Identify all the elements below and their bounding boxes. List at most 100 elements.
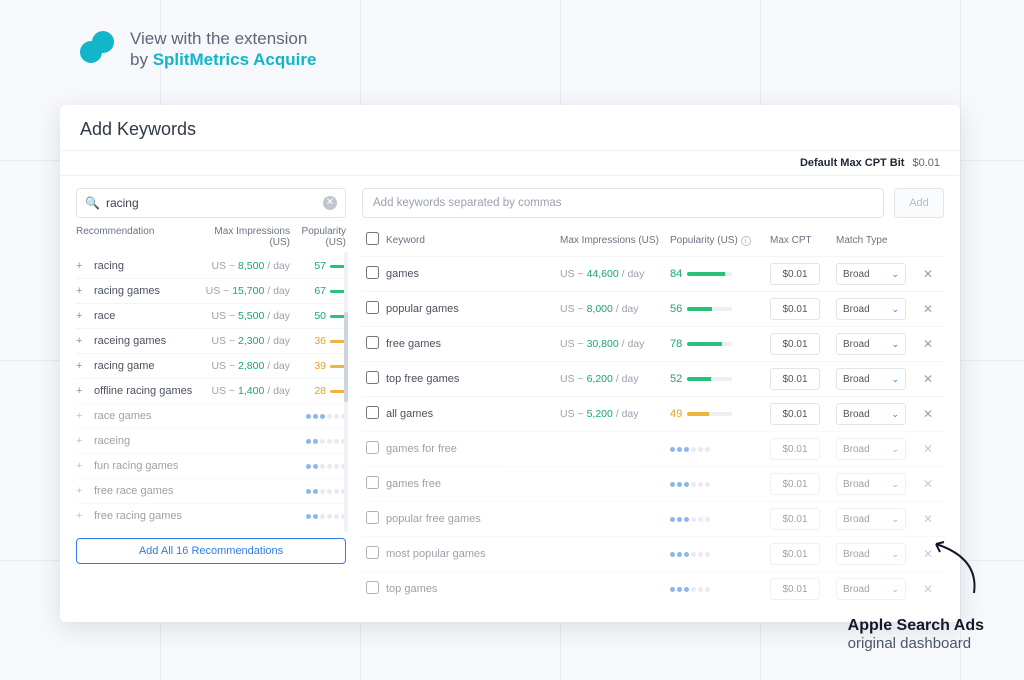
- rec-impressions: US ~ 1,400 / day: [198, 385, 290, 397]
- keyword-impressions: US ~ 44,600 / day: [560, 268, 670, 280]
- add-button[interactable]: Add: [894, 188, 944, 218]
- recommendation-row[interactable]: + offline racing gamesUS ~ 1,400 / day 2…: [76, 378, 346, 403]
- max-cpt-input[interactable]: [770, 368, 820, 390]
- keyword-impressions: US ~ 5,200 / day: [560, 408, 670, 420]
- chevron-down-icon: ⌄: [891, 584, 899, 595]
- scrollbar-thumb[interactable]: [344, 312, 348, 402]
- keyword-row: games US ~ 44,600 / day 84 Broad⌄ ✕: [362, 256, 944, 291]
- match-type-select[interactable]: Broad⌄: [836, 333, 906, 355]
- keyword-popularity: 52: [670, 373, 770, 385]
- scrollbar-track[interactable]: [344, 252, 348, 532]
- remove-keyword-icon[interactable]: ✕: [916, 267, 940, 281]
- remove-keyword-icon[interactable]: ✕: [916, 337, 940, 351]
- rec-popularity-dots: [290, 439, 346, 444]
- row-checkbox[interactable]: [366, 441, 379, 454]
- remove-keyword-icon[interactable]: ✕: [916, 512, 940, 526]
- clear-search-icon[interactable]: ✕: [323, 196, 337, 210]
- row-checkbox[interactable]: [366, 406, 379, 419]
- recommendation-row[interactable]: + free race games: [76, 478, 346, 503]
- add-recommendation-icon[interactable]: +: [76, 435, 88, 447]
- chevron-down-icon: ⌄: [891, 304, 899, 315]
- row-checkbox[interactable]: [366, 336, 379, 349]
- max-cpt-input[interactable]: [770, 543, 820, 565]
- keywords-pane: Add Keyword Max Impressions (US) Popular…: [362, 188, 944, 606]
- add-recommendation-icon[interactable]: +: [76, 310, 88, 322]
- keyword-popularity: 84: [670, 268, 770, 280]
- recommendation-row[interactable]: + racingUS ~ 8,500 / day 57: [76, 254, 346, 278]
- add-recommendation-icon[interactable]: +: [76, 260, 88, 272]
- rec-popularity-dots: [290, 489, 346, 494]
- keyword-name: popular free games: [386, 513, 560, 525]
- add-recommendation-icon[interactable]: +: [76, 410, 88, 422]
- max-cpt-input[interactable]: [770, 508, 820, 530]
- recommendation-row[interactable]: + racing gameUS ~ 2,800 / day 39: [76, 353, 346, 378]
- info-icon[interactable]: i: [741, 236, 751, 246]
- max-cpt-input[interactable]: [770, 333, 820, 355]
- remove-keyword-icon[interactable]: ✕: [916, 302, 940, 316]
- keyword-popularity: 56: [670, 303, 770, 315]
- remove-keyword-icon[interactable]: ✕: [916, 477, 940, 491]
- rec-popularity: 28: [290, 385, 346, 397]
- max-cpt-input[interactable]: [770, 263, 820, 285]
- chevron-down-icon: ⌄: [891, 479, 899, 490]
- match-type-select[interactable]: Broad⌄: [836, 263, 906, 285]
- add-recommendation-icon[interactable]: +: [76, 485, 88, 497]
- row-checkbox[interactable]: [366, 581, 379, 594]
- row-checkbox[interactable]: [366, 546, 379, 559]
- match-type-select[interactable]: Broad⌄: [836, 543, 906, 565]
- match-type-select[interactable]: Broad⌄: [836, 403, 906, 425]
- rec-impressions: US ~ 15,700 / day: [198, 285, 290, 297]
- search-icon: 🔍: [85, 196, 100, 210]
- search-input[interactable]: [106, 196, 323, 210]
- max-cpt-input[interactable]: [770, 438, 820, 460]
- add-recommendation-icon[interactable]: +: [76, 385, 88, 397]
- arrow-annotation-icon: [924, 538, 984, 598]
- recommendation-row[interactable]: + fun racing games: [76, 453, 346, 478]
- recommendation-row[interactable]: + free racing games: [76, 503, 346, 528]
- add-recommendation-icon[interactable]: +: [76, 510, 88, 522]
- search-box[interactable]: 🔍 ✕: [76, 188, 346, 218]
- row-checkbox[interactable]: [366, 266, 379, 279]
- recommendations-pane: 🔍 ✕ Recommendation Max Impressions (US) …: [76, 188, 346, 606]
- rec-keyword: racing game: [94, 360, 198, 372]
- recommendation-row[interactable]: + racing gamesUS ~ 15,700 / day 67: [76, 278, 346, 303]
- rec-impressions: US ~ 2,300 / day: [198, 335, 290, 347]
- max-cpt-input[interactable]: [770, 403, 820, 425]
- recommendation-row[interactable]: + raceing gamesUS ~ 2,300 / day 36: [76, 328, 346, 353]
- max-cpt-input[interactable]: [770, 298, 820, 320]
- match-type-select[interactable]: Broad⌄: [836, 578, 906, 600]
- add-recommendation-icon[interactable]: +: [76, 360, 88, 372]
- match-type-select[interactable]: Broad⌄: [836, 298, 906, 320]
- remove-keyword-icon[interactable]: ✕: [916, 372, 940, 386]
- add-recommendation-icon[interactable]: +: [76, 460, 88, 472]
- add-all-button[interactable]: Add All 16 Recommendations: [76, 538, 346, 564]
- recommendation-row[interactable]: + raceUS ~ 5,500 / day 50: [76, 303, 346, 328]
- add-keywords-input[interactable]: [362, 188, 884, 218]
- max-cpt-input[interactable]: [770, 578, 820, 600]
- rec-impressions: US ~ 8,500 / day: [198, 260, 290, 272]
- row-checkbox[interactable]: [366, 511, 379, 524]
- recommendation-row[interactable]: + race games: [76, 403, 346, 428]
- select-all-checkbox[interactable]: [366, 232, 379, 245]
- chevron-down-icon: ⌄: [891, 549, 899, 560]
- row-checkbox[interactable]: [366, 476, 379, 489]
- keyword-row: most popular games Broad⌄ ✕: [362, 536, 944, 571]
- add-recommendation-icon[interactable]: +: [76, 285, 88, 297]
- remove-keyword-icon[interactable]: ✕: [916, 442, 940, 456]
- match-type-select[interactable]: Broad⌄: [836, 473, 906, 495]
- row-checkbox[interactable]: [366, 371, 379, 384]
- match-type-select[interactable]: Broad⌄: [836, 368, 906, 390]
- remove-keyword-icon[interactable]: ✕: [916, 407, 940, 421]
- match-type-select[interactable]: Broad⌄: [836, 508, 906, 530]
- max-cpt-input[interactable]: [770, 473, 820, 495]
- recommendation-row[interactable]: + raceing: [76, 428, 346, 453]
- keyword-row: games free Broad⌄ ✕: [362, 466, 944, 501]
- row-checkbox[interactable]: [366, 301, 379, 314]
- rec-popularity: 39: [290, 360, 346, 372]
- annotation-label: Apple Search Ads original dashboard: [848, 617, 984, 652]
- add-recommendation-icon[interactable]: +: [76, 335, 88, 347]
- chevron-down-icon: ⌄: [891, 514, 899, 525]
- match-type-select[interactable]: Broad⌄: [836, 438, 906, 460]
- chevron-down-icon: ⌄: [891, 409, 899, 420]
- rec-keyword: free race games: [94, 485, 198, 497]
